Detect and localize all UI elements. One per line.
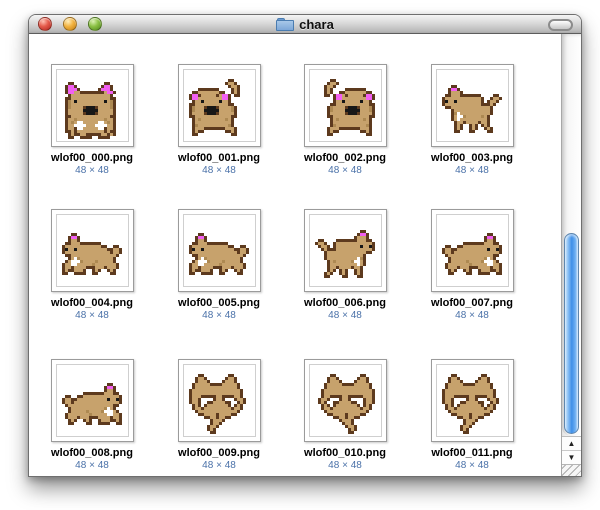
file-item[interactable]: wlof00_000.png 48 × 48	[29, 64, 155, 177]
wolf-sprite-image	[439, 73, 505, 139]
file-name: wlof00_001.png	[156, 152, 282, 165]
file-name: wlof00_011.png	[409, 447, 535, 460]
file-dimensions: 48 × 48	[409, 165, 535, 177]
wolf-sprite-image	[186, 368, 252, 434]
resize-grip[interactable]	[562, 464, 581, 476]
thumbnail-frame[interactable]	[304, 64, 387, 147]
folder-icon	[276, 18, 294, 31]
file-item[interactable]: wlof00_010.png 48 × 48	[282, 359, 408, 472]
close-button[interactable]	[38, 17, 52, 31]
file-item[interactable]: wlof00_003.png 48 × 48	[409, 64, 535, 177]
thumbnail-frame[interactable]	[178, 359, 261, 442]
file-dimensions: 48 × 48	[156, 165, 282, 177]
thumbnail-frame[interactable]	[178, 64, 261, 147]
wolf-sprite-image	[59, 218, 125, 284]
vertical-scrollbar: ▲ ▼	[561, 34, 581, 476]
finder-window: chara wlof00_000.png 48 × 48 wlof00_001.…	[28, 14, 582, 477]
file-dimensions: 48 × 48	[409, 310, 535, 322]
wolf-sprite-image	[186, 218, 252, 284]
file-name: wlof00_008.png	[29, 447, 155, 460]
minimize-button[interactable]	[63, 17, 77, 31]
scroll-up-button[interactable]: ▲	[562, 437, 581, 451]
file-dimensions: 48 × 48	[282, 310, 408, 322]
file-dimensions: 48 × 48	[29, 460, 155, 472]
file-dimensions: 48 × 48	[156, 310, 282, 322]
wolf-sprite-image	[59, 73, 125, 139]
title-bar[interactable]: chara	[29, 15, 581, 34]
file-item[interactable]: wlof00_001.png 48 × 48	[156, 64, 282, 177]
file-name: wlof00_003.png	[409, 152, 535, 165]
file-name: wlof00_002.png	[282, 152, 408, 165]
thumbnail-frame[interactable]	[431, 209, 514, 292]
file-item[interactable]: wlof00_007.png 48 × 48	[409, 209, 535, 322]
file-name: wlof00_006.png	[282, 297, 408, 310]
file-dimensions: 48 × 48	[29, 310, 155, 322]
file-dimensions: 48 × 48	[156, 460, 282, 472]
file-dimensions: 48 × 48	[282, 460, 408, 472]
file-item[interactable]: wlof00_006.png 48 × 48	[282, 209, 408, 322]
file-name: wlof00_000.png	[29, 152, 155, 165]
scrollbar-thumb[interactable]	[564, 233, 579, 434]
window-title-group: chara	[276, 17, 334, 32]
thumbnail-frame[interactable]	[431, 64, 514, 147]
file-dimensions: 48 × 48	[282, 165, 408, 177]
file-name: wlof00_007.png	[409, 297, 535, 310]
file-dimensions: 48 × 48	[409, 460, 535, 472]
thumbnail-frame[interactable]	[304, 209, 387, 292]
icon-grid: wlof00_000.png 48 × 48 wlof00_001.png 48…	[29, 34, 561, 476]
thumbnail-frame[interactable]	[51, 359, 134, 442]
wolf-sprite-image	[439, 218, 505, 284]
file-dimensions: 48 × 48	[29, 165, 155, 177]
scrollbar-arrow-buttons: ▲ ▼	[562, 436, 581, 464]
wolf-sprite-image	[312, 218, 378, 284]
toolbar-pill-button[interactable]	[548, 19, 573, 31]
file-item[interactable]: wlof00_005.png 48 × 48	[156, 209, 282, 322]
icon-view-content: wlof00_000.png 48 × 48 wlof00_001.png 48…	[29, 34, 581, 476]
file-item[interactable]: wlof00_002.png 48 × 48	[282, 64, 408, 177]
wolf-sprite-image	[312, 368, 378, 434]
wolf-sprite-image	[439, 368, 505, 434]
window-title: chara	[299, 17, 334, 32]
thumbnail-frame[interactable]	[178, 209, 261, 292]
thumbnail-frame[interactable]	[431, 359, 514, 442]
file-name: wlof00_005.png	[156, 297, 282, 310]
window-controls	[38, 15, 113, 33]
file-name: wlof00_009.png	[156, 447, 282, 460]
file-item[interactable]: wlof00_004.png 48 × 48	[29, 209, 155, 322]
thumbnail-frame[interactable]	[304, 359, 387, 442]
wolf-sprite-image	[59, 368, 125, 434]
file-name: wlof00_004.png	[29, 297, 155, 310]
thumbnail-frame[interactable]	[51, 209, 134, 292]
scroll-down-button[interactable]: ▼	[562, 451, 581, 465]
file-item[interactable]: wlof00_008.png 48 × 48	[29, 359, 155, 472]
zoom-button[interactable]	[88, 17, 102, 31]
file-name: wlof00_010.png	[282, 447, 408, 460]
file-item[interactable]: wlof00_011.png 48 × 48	[409, 359, 535, 472]
wolf-sprite-image	[186, 73, 252, 139]
file-item[interactable]: wlof00_009.png 48 × 48	[156, 359, 282, 472]
thumbnail-frame[interactable]	[51, 64, 134, 147]
wolf-sprite-image	[312, 73, 378, 139]
